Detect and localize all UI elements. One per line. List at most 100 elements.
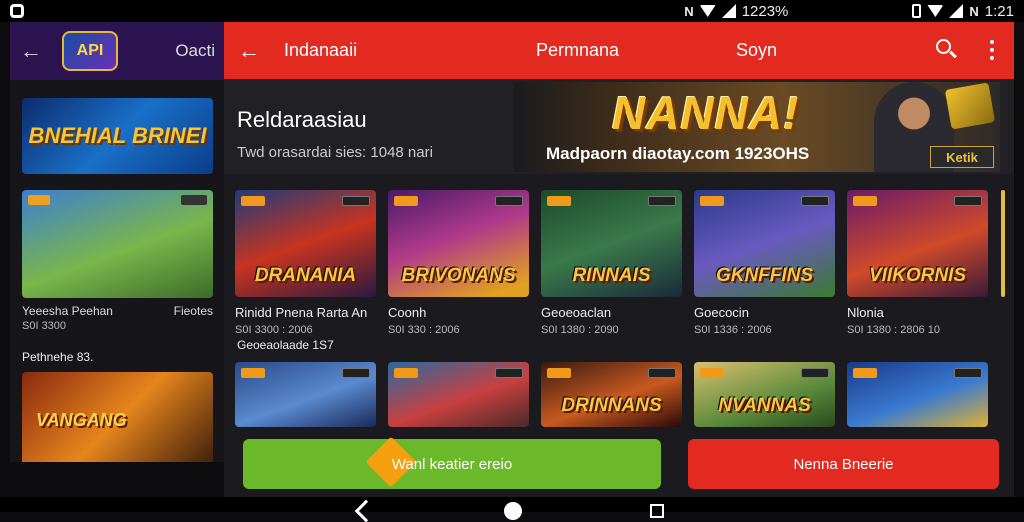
promo-badge-icon	[944, 82, 996, 130]
game-row-1: DRANANIA Rinidd Pnena Rarta An S0I 3300 …	[235, 190, 988, 336]
rating-badge	[181, 195, 207, 205]
game-thumbnail[interactable]: DRINNANS	[541, 362, 682, 427]
battery-icon	[912, 4, 922, 18]
hero-subtitle: Twd orasardai sies: 1048 nari	[237, 144, 433, 161]
status-time: 1:21	[984, 2, 1014, 20]
app-logo: API	[62, 31, 118, 71]
game-thumbnail[interactable]: NVANNAS	[694, 362, 835, 427]
bg-card2-logo: VANGANG	[36, 409, 127, 430]
game-thumbnail[interactable]: BRIVONANS	[388, 190, 529, 297]
new-badge	[547, 196, 571, 206]
primary-action-label: Wanl keatier ereio	[391, 455, 513, 473]
game-logo: BRIVONANS	[401, 265, 516, 286]
game-title: Rinidd Pnena Rarta An	[235, 305, 368, 320]
bg-card-meta: Yeeesha Peehan Fieotes	[10, 298, 225, 318]
tab-center[interactable]: Permnana	[536, 40, 619, 61]
wifi-icon-2	[927, 5, 944, 17]
bg-card-meta-right: Fieotes	[173, 304, 213, 318]
game-logo: DRINNANS	[561, 395, 662, 416]
rating-badge	[954, 196, 982, 206]
nav-recents-icon[interactable]	[650, 504, 664, 518]
game-logo: VIIKORNIS	[868, 265, 967, 286]
rating-badge	[954, 368, 982, 378]
wifi-icon	[699, 5, 716, 17]
secondary-action-button[interactable]: Nenna Bneerie	[688, 439, 999, 489]
game-thumbnail[interactable]: DRANANIA	[235, 190, 376, 297]
promo-text: Madpaorn diaotay.com 1923OHS	[546, 144, 810, 163]
nav-back-icon[interactable]	[354, 499, 378, 522]
bg-card-title: Yeeesha Peehan	[22, 304, 113, 318]
next-card-edge[interactable]	[1001, 190, 1005, 297]
game-logo: RINNAIS	[572, 265, 651, 286]
game-logo: GKNFFINS	[715, 265, 814, 286]
bg-banner[interactable]: BNEHIAL BRINEI	[22, 98, 213, 174]
game-meta: S0I 1380 : 2090	[541, 324, 619, 336]
square-ring-icon	[10, 4, 24, 18]
game-thumbnail[interactable]: GKNFFINS	[694, 190, 835, 297]
game-card[interactable]: BRIVONANS Coonh S0I 330 : 2006	[388, 190, 529, 336]
bg-app-header: ← API Oacti	[10, 22, 225, 80]
bg-game-card-2[interactable]: VANGANG	[22, 372, 213, 462]
game-thumbnail[interactable]	[235, 362, 376, 427]
nfc-icon: N	[684, 3, 694, 19]
game-card[interactable]: NVANNAS	[694, 362, 835, 427]
game-thumbnail[interactable]: RINNAIS	[541, 190, 682, 297]
bg-section-label: Pethnehe 83.	[22, 350, 94, 364]
rating-badge	[648, 368, 676, 378]
game-thumbnail[interactable]: VIIKORNIS	[847, 190, 988, 297]
rating-badge	[342, 368, 370, 378]
status-middle-text: 1223%	[741, 2, 789, 20]
hero-title: Reldaraasiau	[237, 107, 367, 132]
app-bar-title: Indanaaii	[284, 40, 358, 60]
game-card[interactable]	[847, 362, 988, 427]
background-app[interactable]: ← API Oacti BNEHIAL BRINEI Yeeesha Peeha…	[10, 22, 225, 462]
game-thumbnail[interactable]	[847, 362, 988, 427]
more-vert-icon[interactable]	[990, 40, 994, 60]
rating-badge	[342, 196, 370, 206]
promo-banner[interactable]: NANNA! Madpaorn diaotay.com 1923OHS Keti…	[514, 82, 1000, 172]
game-meta: S0I 1336 : 2006	[694, 324, 772, 336]
nav-home-icon[interactable]	[504, 502, 522, 520]
game-card[interactable]	[388, 362, 529, 427]
new-badge	[241, 368, 265, 378]
hero-section: Reldaraasiau Twd orasardai sies: 1048 na…	[224, 79, 1014, 174]
tab-right[interactable]: Soyn	[736, 40, 777, 61]
game-card[interactable]: DRINNANS	[541, 362, 682, 427]
rating-badge	[801, 196, 829, 206]
rating-badge	[801, 368, 829, 378]
bg-app-title: Oacti	[175, 41, 215, 60]
bg-game-card[interactable]	[22, 190, 213, 298]
game-card[interactable]	[235, 362, 376, 427]
promo-cta-button[interactable]: Ketik	[930, 146, 994, 168]
game-card[interactable]: GKNFFINS Goecocin S0I 1336 : 2006	[694, 190, 835, 336]
signal-icon-2	[949, 4, 964, 18]
game-title: Goecocin	[694, 305, 749, 320]
new-badge	[394, 368, 418, 378]
new-badge	[700, 196, 724, 206]
new-badge	[241, 196, 265, 206]
new-badge	[853, 368, 877, 378]
promo-brand: NANNA!	[612, 87, 800, 139]
section-label: Geoeaolaade 1S7	[237, 338, 334, 352]
new-badge	[394, 196, 418, 206]
back-arrow-icon[interactable]: ←	[20, 38, 42, 64]
new-badge	[28, 195, 50, 205]
game-logo: NVANNAS	[718, 395, 811, 416]
system-nav-bar	[0, 497, 1024, 522]
game-card[interactable]: RINNAIS Geoeoaclan S0I 1380 : 2090	[541, 190, 682, 336]
search-icon[interactable]	[936, 39, 958, 61]
game-thumbnail[interactable]	[388, 362, 529, 427]
game-card[interactable]: VIIKORNIS Nlonia S0I 1380 : 2806 10	[847, 190, 988, 336]
new-badge	[547, 368, 571, 378]
back-arrow-icon[interactable]: ←	[238, 38, 268, 64]
secondary-action-label: Nenna Bneerie	[793, 455, 894, 473]
bottom-action-bar: Wanl keatier ereio Nenna Bneerie	[224, 427, 1014, 497]
rating-badge	[495, 196, 523, 206]
primary-action-button[interactable]: Wanl keatier ereio	[243, 436, 661, 489]
game-row-2: DRINNANS NVANNAS	[235, 362, 988, 427]
bg-banner-text: BNEHIAL BRINEI	[28, 123, 207, 148]
game-title: Nlonia	[847, 305, 884, 320]
game-card[interactable]: DRANANIA Rinidd Pnena Rarta An S0I 3300 …	[235, 190, 376, 336]
main-app: ← Indanaaii Permnana Soyn Reldaraasiau T…	[224, 22, 1014, 427]
game-meta: S0I 3300 : 2006	[235, 324, 313, 336]
